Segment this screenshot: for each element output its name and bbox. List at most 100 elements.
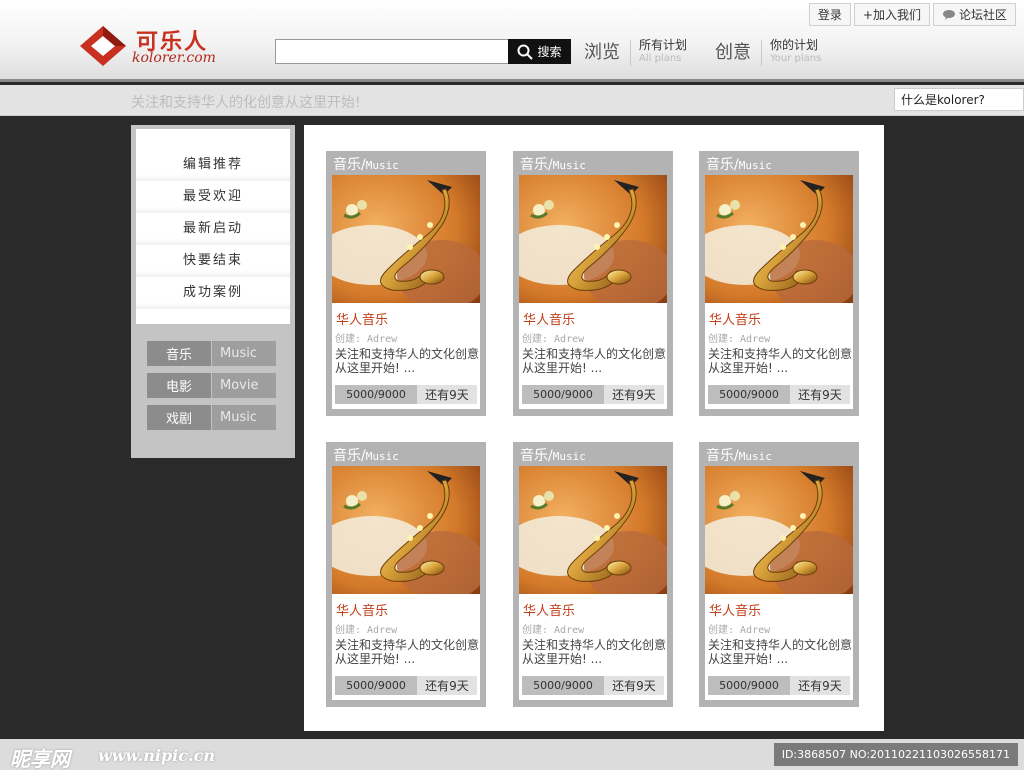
category-label-cn: 音乐 <box>147 341 211 366</box>
card-image[interactable] <box>332 466 480 594</box>
card-title[interactable]: 华人音乐 <box>336 309 388 328</box>
slogan-text: 关注和支持华人的化创意从这里开始! <box>131 95 361 111</box>
card-category: 音乐/Music <box>333 445 399 465</box>
card-image[interactable] <box>332 175 480 303</box>
card-footer: 5000/9000 还有9天 <box>708 385 850 404</box>
project-card[interactable]: 音乐/Music 华人音乐 创建: Adrew 关注和支持华人的文化创意从这里开… <box>513 442 673 707</box>
card-description: 关注和支持华人的文化创意从这里开始! ... <box>708 347 853 375</box>
nav-browse[interactable]: 浏览 <box>584 38 620 64</box>
nav-your-plans-cn: 你的计划 <box>770 38 819 52</box>
card-days-remaining: 还有9天 <box>417 385 477 404</box>
card-title[interactable]: 华人音乐 <box>523 600 575 619</box>
saxophone-image <box>332 466 480 594</box>
site-header: 可乐人 kolorer.com 搜索 浏览 所有计划 All plans 创意 … <box>0 0 1024 82</box>
card-body: 华人音乐 创建: Adrew 关注和支持华人的文化创意从这里开始! ... 50… <box>519 303 667 409</box>
card-body: 华人音乐 创建: Adrew 关注和支持华人的文化创意从这里开始! ... 50… <box>705 594 853 700</box>
sidebar: 编辑推荐 最受欢迎 最新启动 快要结束 成功案例 音乐 Music 电影 Mov… <box>131 125 295 458</box>
category-label-en: Music <box>212 405 276 430</box>
card-funding-progress: 5000/9000 <box>522 676 604 695</box>
watermark-logo: 昵享网 <box>10 747 70 770</box>
card-creator: 创建: Adrew <box>335 334 398 345</box>
chat-bubble-icon <box>942 10 955 20</box>
card-category-cn: 音乐/ <box>520 448 553 464</box>
nav-all-plans-cn: 所有计划 <box>639 38 688 52</box>
card-image[interactable] <box>519 466 667 594</box>
nav-divider <box>630 40 631 66</box>
sidebar-item-most-popular[interactable]: 最受欢迎 <box>136 181 290 213</box>
saxophone-image <box>519 466 667 594</box>
card-footer: 5000/9000 还有9天 <box>522 676 664 695</box>
sidebar-menu: 编辑推荐 最受欢迎 最新启动 快要结束 成功案例 <box>136 129 290 324</box>
card-days-remaining: 还有9天 <box>604 385 664 404</box>
nav-create-label: 创意 <box>715 42 751 63</box>
search-button-label: 搜索 <box>537 45 562 59</box>
card-image[interactable] <box>705 175 853 303</box>
site-logo[interactable]: 可乐人 kolorer.com <box>78 22 238 70</box>
card-category: 音乐/Music <box>706 445 772 465</box>
project-card[interactable]: 音乐/Music 华人音乐 创建: Adrew 关注和支持华人的文化创意从这里开… <box>326 151 486 416</box>
card-category-en: Music <box>365 159 399 172</box>
join-label: +加入我们 <box>862 8 921 22</box>
search-icon <box>517 44 534 60</box>
saxophone-image <box>332 175 480 303</box>
nav-all-plans[interactable]: 所有计划 All plans <box>639 38 687 66</box>
search-bar: 搜索 <box>275 39 571 64</box>
category-label-en: Music <box>212 341 276 366</box>
card-footer: 5000/9000 还有9天 <box>335 385 477 404</box>
nav-divider <box>761 40 762 66</box>
category-label-en: Movie <box>212 373 276 398</box>
join-link[interactable]: +加入我们 <box>853 3 930 26</box>
card-image[interactable] <box>705 466 853 594</box>
saxophone-image <box>705 466 853 594</box>
card-body: 华人音乐 创建: Adrew 关注和支持华人的文化创意从这里开始! ... 50… <box>332 594 480 700</box>
category-drama[interactable]: 戏剧 Music <box>147 405 277 430</box>
sidebar-item-ending-soon[interactable]: 快要结束 <box>136 245 290 277</box>
card-category-en: Music <box>552 159 586 172</box>
card-category-cn: 音乐/ <box>333 157 366 173</box>
nav-your-plans[interactable]: 你的计划 Your plans <box>770 38 821 66</box>
forum-link[interactable]: 论坛社区 <box>932 3 1016 26</box>
top-links: 登录 +加入我们 论坛社区 <box>808 3 1016 26</box>
search-button[interactable]: 搜索 <box>508 39 571 64</box>
card-funding-progress: 5000/9000 <box>708 676 790 695</box>
card-description: 关注和支持华人的文化创意从这里开始! ... <box>335 638 480 666</box>
search-input[interactable] <box>275 39 509 64</box>
sidebar-item-editor-picks[interactable]: 编辑推荐 <box>136 149 290 181</box>
what-is-kolorer-link[interactable]: 什么是kolorer? <box>894 88 1024 111</box>
card-footer: 5000/9000 还有9天 <box>708 676 850 695</box>
card-body: 华人音乐 创建: Adrew 关注和支持华人的文化创意从这里开始! ... 50… <box>519 594 667 700</box>
nav-create[interactable]: 创意 <box>715 38 751 64</box>
card-funding-progress: 5000/9000 <box>708 385 790 404</box>
card-body: 华人音乐 创建: Adrew 关注和支持华人的文化创意从这里开始! ... 50… <box>332 303 480 409</box>
card-creator: 创建: Adrew <box>522 625 585 636</box>
project-card[interactable]: 音乐/Music 华人音乐 创建: Adrew 关注和支持华人的文化创意从这里开… <box>699 442 859 707</box>
card-category-en: Music <box>738 159 772 172</box>
card-description: 关注和支持华人的文化创意从这里开始! ... <box>522 347 667 375</box>
login-link[interactable]: 登录 <box>808 3 851 26</box>
card-creator: 创建: Adrew <box>522 334 585 345</box>
card-title[interactable]: 华人音乐 <box>709 600 761 619</box>
category-music[interactable]: 音乐 Music <box>147 341 277 366</box>
project-card[interactable]: 音乐/Music 华人音乐 创建: Adrew 关注和支持华人的文化创意从这里开… <box>699 151 859 416</box>
sidebar-item-newest[interactable]: 最新启动 <box>136 213 290 245</box>
diamond-logo-icon <box>80 26 126 66</box>
project-card[interactable]: 音乐/Music 华人音乐 创建: Adrew 关注和支持华人的文化创意从这里开… <box>513 151 673 416</box>
card-description: 关注和支持华人的文化创意从这里开始! ... <box>708 638 853 666</box>
category-list: 音乐 Music 电影 Movie 戏剧 Music <box>147 341 277 437</box>
card-days-remaining: 还有9天 <box>790 385 850 404</box>
card-title[interactable]: 华人音乐 <box>523 309 575 328</box>
card-creator: 创建: Adrew <box>708 625 771 636</box>
card-days-remaining: 还有9天 <box>604 676 664 695</box>
project-card[interactable]: 音乐/Music 华人音乐 创建: Adrew 关注和支持华人的文化创意从这里开… <box>326 442 486 707</box>
sidebar-item-success-cases[interactable]: 成功案例 <box>136 277 290 309</box>
card-footer: 5000/9000 还有9天 <box>522 385 664 404</box>
card-title[interactable]: 华人音乐 <box>336 600 388 619</box>
card-image[interactable] <box>519 175 667 303</box>
card-title[interactable]: 华人音乐 <box>709 309 761 328</box>
nav-your-plans-en: Your plans <box>770 53 822 64</box>
watermark-bar: 昵享网 www.nipic.cn ID:3868507 NO:201102211… <box>0 739 1024 770</box>
category-movie[interactable]: 电影 Movie <box>147 373 277 398</box>
login-label: 登录 <box>817 8 842 22</box>
card-category: 音乐/Music <box>520 445 586 465</box>
category-label-cn: 电影 <box>147 373 211 398</box>
